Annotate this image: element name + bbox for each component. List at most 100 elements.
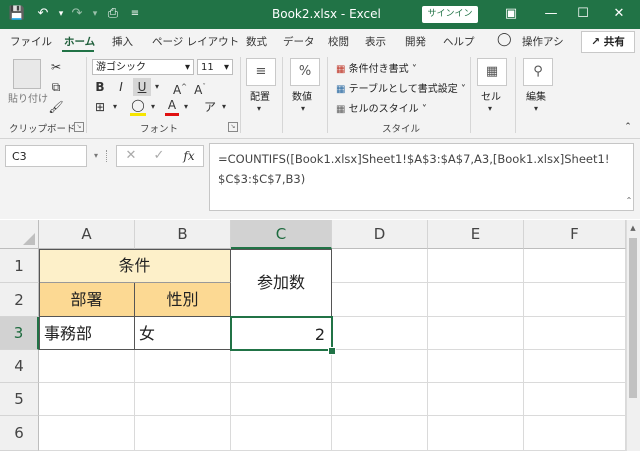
- redo-icon[interactable]: ↷: [68, 5, 86, 23]
- tell-me-search[interactable]: 操作アシ: [522, 34, 564, 49]
- column-header-e[interactable]: E: [428, 220, 524, 249]
- row-header-5[interactable]: 5: [0, 383, 39, 416]
- tab-view[interactable]: 表示: [365, 34, 386, 49]
- undo-icon[interactable]: ↶: [34, 5, 52, 23]
- cell-e3[interactable]: [428, 317, 524, 350]
- underline-dropdown-icon[interactable]: ▾: [152, 78, 162, 96]
- font-color-icon[interactable]: A: [165, 98, 179, 116]
- cell-b5[interactable]: [135, 383, 231, 416]
- cell-f1[interactable]: [524, 249, 626, 283]
- cell-e1[interactable]: [428, 249, 524, 283]
- font-launcher-icon[interactable]: ↘: [228, 122, 238, 132]
- cell-f3[interactable]: [524, 317, 626, 350]
- print-preview-icon[interactable]: ⎙: [104, 5, 122, 23]
- column-header-d[interactable]: D: [332, 220, 428, 249]
- cell-d6[interactable]: [332, 416, 428, 451]
- customize-quick-access-icon[interactable]: ≡: [126, 5, 144, 23]
- column-header-a[interactable]: A: [39, 220, 135, 249]
- clipboard-launcher-icon[interactable]: ↘: [74, 122, 84, 132]
- cell-f6[interactable]: [524, 416, 626, 451]
- cell-styles-button[interactable]: ▦ セルのスタイル ˅: [336, 100, 427, 115]
- lightbulb-icon[interactable]: ◯: [497, 32, 512, 47]
- underline-icon[interactable]: U: [133, 78, 151, 96]
- chevron-down-icon[interactable]: ▾: [298, 100, 308, 118]
- tab-help[interactable]: ヘルプ: [443, 34, 475, 49]
- font-name-select[interactable]: 游ゴシック ▾: [92, 59, 194, 75]
- cell-a3[interactable]: 事務部: [39, 317, 135, 350]
- cell-c4[interactable]: [231, 350, 332, 383]
- cell-a2[interactable]: 部署: [39, 283, 135, 317]
- cell-e6[interactable]: [428, 416, 524, 451]
- cell-c3-active[interactable]: 2: [230, 316, 333, 351]
- select-all-button[interactable]: [0, 220, 39, 249]
- cell-c5[interactable]: [231, 383, 332, 416]
- cells-icon[interactable]: ▦: [477, 58, 507, 86]
- chevron-down-icon[interactable]: ▾: [531, 100, 541, 118]
- cell-d1[interactable]: [332, 249, 428, 283]
- cell-e2[interactable]: [428, 283, 524, 317]
- cancel-icon[interactable]: ✕: [122, 147, 140, 165]
- phonetic-guide-icon[interactable]: ア: [202, 98, 218, 116]
- cell-c1-merged[interactable]: 参加数: [231, 249, 332, 317]
- cell-e4[interactable]: [428, 350, 524, 383]
- formula-bar-splitter[interactable]: [106, 150, 109, 162]
- row-header-1[interactable]: 1: [0, 249, 39, 283]
- paste-button[interactable]: 貼り付け: [8, 90, 48, 105]
- decrease-font-icon[interactable]: Aˇ: [192, 78, 208, 97]
- phonetic-dropdown-icon[interactable]: ▾: [219, 98, 229, 116]
- cell-d4[interactable]: [332, 350, 428, 383]
- number-format-icon[interactable]: %: [290, 58, 320, 86]
- fill-color-dropdown-icon[interactable]: ▾: [148, 98, 158, 116]
- save-icon[interactable]: 💾: [8, 5, 26, 23]
- fill-color-icon[interactable]: ◯: [130, 98, 146, 116]
- column-header-c[interactable]: C: [231, 220, 332, 249]
- cell-f4[interactable]: [524, 350, 626, 383]
- minimize-icon[interactable]: —: [540, 4, 562, 24]
- insert-function-icon[interactable]: fx: [178, 147, 200, 165]
- increase-font-icon[interactable]: A^: [172, 78, 188, 97]
- scroll-up-icon[interactable]: ▲: [628, 224, 638, 234]
- tab-data[interactable]: データ: [283, 34, 315, 49]
- scroll-thumb[interactable]: [629, 238, 637, 398]
- name-box[interactable]: C3: [5, 145, 87, 167]
- column-header-b[interactable]: B: [135, 220, 231, 249]
- cell-c6[interactable]: [231, 416, 332, 451]
- cell-d5[interactable]: [332, 383, 428, 416]
- cell-f2[interactable]: [524, 283, 626, 317]
- paste-icon[interactable]: [13, 59, 41, 89]
- collapse-ribbon-icon[interactable]: ⌃: [622, 118, 634, 136]
- cell-a1-merged[interactable]: 条件: [39, 249, 231, 283]
- cell-b6[interactable]: [135, 416, 231, 451]
- expand-formula-bar-icon[interactable]: ⌃: [624, 192, 634, 210]
- chevron-down-icon[interactable]: ▾: [254, 100, 264, 118]
- tab-file[interactable]: ファイル: [10, 34, 52, 49]
- cell-d3[interactable]: [332, 317, 428, 350]
- tab-review[interactable]: 校閲: [328, 34, 349, 49]
- font-color-dropdown-icon[interactable]: ▾: [181, 98, 191, 116]
- cell-a5[interactable]: [39, 383, 135, 416]
- cell-b3[interactable]: 女: [135, 317, 231, 350]
- cell-d2[interactable]: [332, 283, 428, 317]
- cut-icon[interactable]: ✂: [48, 58, 64, 76]
- copy-icon[interactable]: ⧉: [48, 78, 64, 96]
- cell-a4[interactable]: [39, 350, 135, 383]
- borders-dropdown-icon[interactable]: ▾: [110, 98, 120, 116]
- share-button[interactable]: ↗ 共有: [581, 31, 635, 53]
- row-header-6[interactable]: 6: [0, 416, 39, 451]
- row-header-4[interactable]: 4: [0, 350, 39, 383]
- cell-b2[interactable]: 性別: [135, 283, 231, 317]
- maximize-icon[interactable]: ☐: [572, 4, 594, 24]
- enter-check-icon[interactable]: ✓: [150, 147, 168, 165]
- row-header-2[interactable]: 2: [0, 283, 39, 317]
- namebox-dropdown-icon[interactable]: ▾: [91, 147, 101, 165]
- font-size-select[interactable]: 11 ▾: [197, 59, 233, 75]
- tab-formulas[interactable]: 数式: [246, 34, 267, 49]
- tab-developer[interactable]: 開発: [405, 34, 426, 49]
- conditional-formatting-button[interactable]: ▦ 条件付き書式 ˅: [336, 60, 417, 75]
- format-as-table-button[interactable]: ▦ テーブルとして書式設定 ˅: [336, 80, 466, 95]
- row-header-3[interactable]: 3: [0, 317, 39, 350]
- formula-input[interactable]: =COUNTIFS([Book1.xlsx]Sheet1!$A$3:$A$7,A…: [209, 143, 634, 211]
- fill-handle[interactable]: [328, 347, 336, 355]
- alignment-icon[interactable]: ≡: [246, 58, 276, 86]
- cell-e5[interactable]: [428, 383, 524, 416]
